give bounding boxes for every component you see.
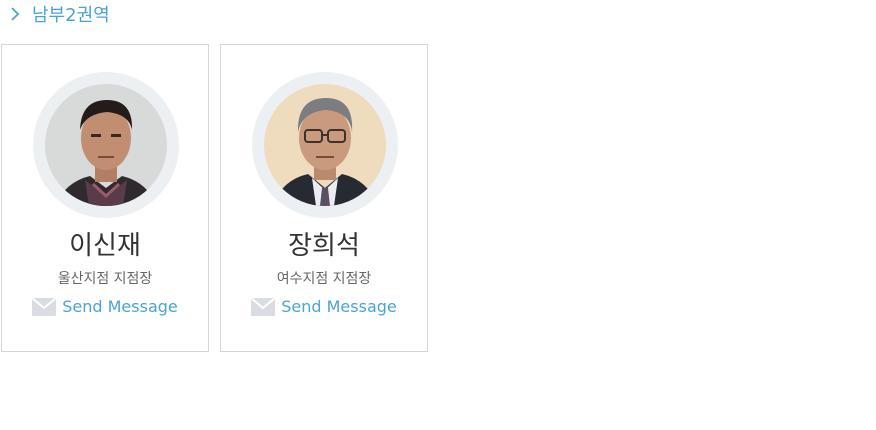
person-role: 울산지점 지점장 [57,271,153,287]
mail-icon [251,298,276,316]
send-message-label[interactable]: Send Message [62,296,178,318]
staff-card: 이신재 울산지점 지점장 Send Message [1,44,209,352]
send-message-label[interactable]: Send Message [281,296,397,318]
person-name: 장희석 [288,231,360,261]
staff-card: 장희석 여수지점 지점장 Send Message [220,44,428,352]
profile-photo [264,84,386,206]
person-role: 여수지점 지점장 [276,271,372,287]
avatar-ring [33,72,179,218]
mail-icon [32,298,57,316]
staff-card-list: 이신재 울산지점 지점장 Send Message 장희석 여수지점 지점장 S… [1,44,428,352]
avatar [45,84,167,206]
send-message-link[interactable]: Send Message [221,296,427,318]
section-title: 남부2권역 [32,5,110,26]
person-name: 이신재 [69,231,141,261]
profile-photo [45,84,167,206]
avatar [264,84,386,206]
section-header: 남부2권역 [9,2,110,26]
avatar-ring [252,72,398,218]
chevron-right-icon [11,7,20,21]
send-message-link[interactable]: Send Message [2,296,208,318]
